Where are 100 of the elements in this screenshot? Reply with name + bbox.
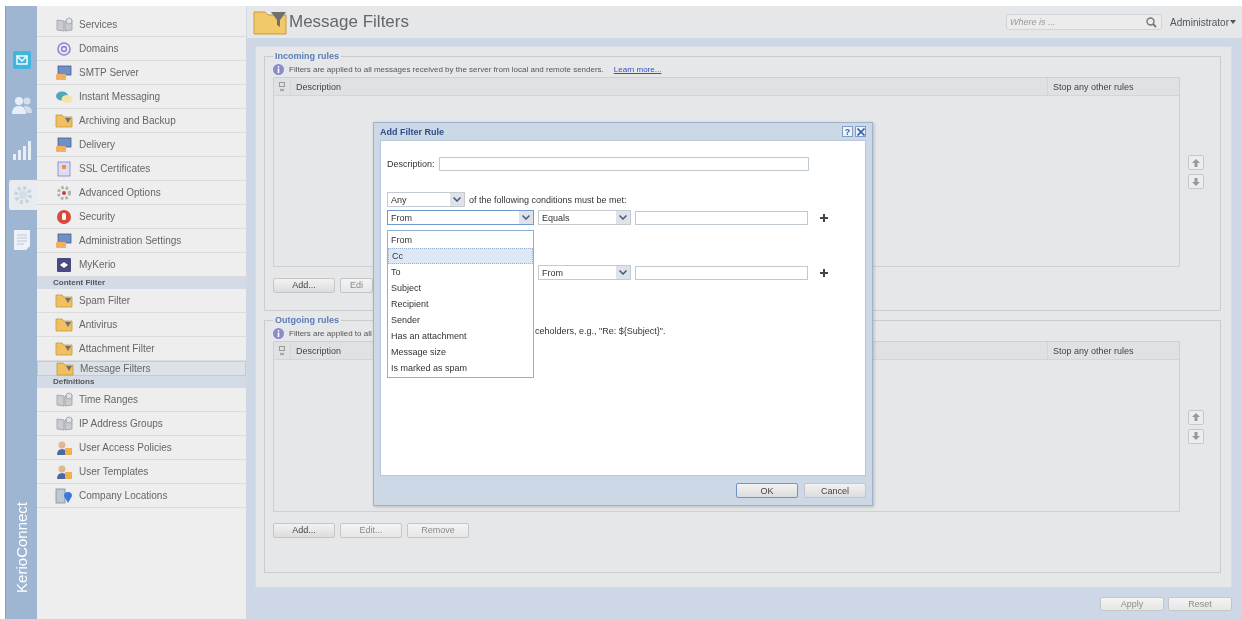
- document-icon: [12, 228, 31, 251]
- learn-more-link[interactable]: Learn more...: [613, 64, 662, 74]
- dropdown-option[interactable]: Cc: [388, 248, 533, 264]
- close-icon: [856, 127, 865, 136]
- gear-icon: [13, 185, 33, 205]
- book-icon: [55, 392, 73, 407]
- person-icon: [55, 463, 73, 480]
- dropdown-option[interactable]: Recipient: [388, 296, 533, 312]
- monitor-icon: [55, 232, 73, 249]
- sidebar-item[interactable]: Instant Messaging: [37, 85, 246, 109]
- dropdown-option[interactable]: Sender: [388, 312, 533, 328]
- checkbox-column-icon: [279, 345, 285, 356]
- folder-icon: [55, 317, 73, 332]
- field-select[interactable]: From: [387, 210, 534, 225]
- location-pin-icon: [55, 487, 73, 504]
- chevron-icon: [619, 270, 627, 275]
- group-legend: Outgoing rules: [273, 315, 341, 325]
- sidebar-item[interactable]: Time Ranges: [37, 388, 246, 412]
- info-text: Filters are applied to all messages received by the server from local and remote senders.: [289, 64, 604, 74]
- column-header[interactable]: Stop any other rules: [1047, 78, 1179, 95]
- close-button[interactable]: [855, 126, 866, 137]
- sidebar-item[interactable]: Company Locations: [37, 484, 246, 508]
- group-legend: Incoming rules: [273, 51, 341, 61]
- description-label: Description:: [387, 159, 435, 169]
- dropdown-option[interactable]: Subject: [388, 280, 533, 296]
- at-sign-icon: [57, 41, 71, 56]
- move-down-button[interactable]: [1188, 428, 1204, 444]
- book-icon: [55, 17, 73, 32]
- chat-bubbles-icon: [55, 89, 73, 104]
- move-up-button[interactable]: [1188, 155, 1204, 170]
- move-up-button[interactable]: [1188, 409, 1204, 425]
- sidebar-item[interactable]: SMTP Server: [37, 61, 246, 85]
- chevron-icon: [619, 215, 627, 220]
- folder-filter-icon: [253, 9, 287, 35]
- section-header: Content Filter: [37, 277, 246, 289]
- add-icon[interactable]: [820, 213, 828, 222]
- people-icon: [9, 94, 34, 115]
- sidebar-item[interactable]: Spam Filter: [37, 289, 246, 313]
- chevron-icon: [522, 215, 530, 220]
- help-button[interactable]: ?: [842, 126, 853, 137]
- page-title: Message Filters: [289, 12, 409, 32]
- sidebar-item[interactable]: Domains: [37, 37, 246, 61]
- move-down-button[interactable]: [1188, 174, 1204, 189]
- dropdown-option[interactable]: Is marked as spam: [388, 360, 533, 376]
- search-field[interactable]: Where is ...: [1006, 14, 1163, 30]
- action-select[interactable]: From: [538, 265, 631, 280]
- dialog-button[interactable]: Cancel: [804, 483, 866, 498]
- monitor-icon: [55, 64, 73, 81]
- certificate-icon: [57, 160, 71, 177]
- dialog-button[interactable]: OK: [736, 483, 798, 498]
- dropdown-option[interactable]: Has an attachment: [388, 328, 533, 344]
- info-text: Filters are applied to all: [289, 328, 372, 338]
- match-select[interactable]: Any: [387, 192, 465, 207]
- dialog-title: Add Filter Rule: [380, 126, 445, 137]
- product-name: KerioConnect: [13, 502, 30, 593]
- sidebar-item[interactable]: IP Address Groups: [37, 412, 246, 436]
- condition-text: of the following conditions must be met:: [469, 194, 627, 205]
- folder-icon: [55, 113, 73, 128]
- dropdown-option[interactable]: From: [388, 232, 533, 248]
- sidebar-item[interactable]: Services: [37, 13, 246, 37]
- hint-text: ceholders, e.g., "Re: ${Subject}".: [535, 326, 666, 336]
- add-icon[interactable]: [820, 268, 828, 277]
- action-button[interactable]: Add...: [273, 522, 335, 538]
- down-arrow-icon: [1192, 432, 1200, 440]
- action-button[interactable]: Add...: [273, 277, 335, 293]
- dropdown-option[interactable]: To: [388, 264, 533, 280]
- up-arrow-icon: [1192, 413, 1200, 421]
- column-header[interactable]: Description: [291, 81, 1047, 92]
- sidebar-item[interactable]: Antivirus: [37, 313, 246, 337]
- folder-icon: [56, 361, 74, 376]
- sidebar-item[interactable]: Advanced Options: [37, 181, 246, 205]
- info-icon: [273, 327, 284, 339]
- sidebar-item[interactable]: Archiving and Backup: [37, 109, 246, 133]
- operator-select[interactable]: Equals: [538, 210, 631, 225]
- person-icon: [55, 439, 73, 456]
- up-arrow-icon: [1192, 158, 1200, 167]
- caret-icon: [1230, 20, 1236, 24]
- rail-tab[interactable]: [9, 180, 37, 210]
- sidebar-item[interactable]: Security: [37, 205, 246, 229]
- dropdown-option[interactable]: Message size: [388, 344, 533, 360]
- description-field[interactable]: [438, 157, 809, 171]
- down-arrow-icon: [1192, 177, 1200, 186]
- sidebar-item[interactable]: User Templates: [37, 460, 246, 484]
- bar-chart-icon: [11, 139, 32, 160]
- user-menu[interactable]: Administrator: [1170, 16, 1236, 28]
- sidebar-item[interactable]: Message Filters: [37, 361, 246, 376]
- sidebar-item[interactable]: Administration Settings: [37, 229, 246, 253]
- gear-icon: [56, 184, 72, 201]
- checkbox-column-icon: [279, 81, 285, 92]
- monitor-icon: [55, 136, 73, 153]
- sidebar-item[interactable]: SSL Certificates: [37, 157, 246, 181]
- sidebar-item[interactable]: User Access Policies: [37, 436, 246, 460]
- badge-icon: [56, 256, 72, 273]
- value-field[interactable]: [635, 265, 808, 280]
- column-header[interactable]: Stop any other rules: [1047, 342, 1179, 359]
- section-header: Definitions: [37, 376, 246, 388]
- info-icon: [273, 63, 284, 75]
- sidebar-item[interactable]: Delivery: [37, 133, 246, 157]
- value-field[interactable]: [635, 210, 808, 225]
- chevron-icon: [453, 197, 461, 202]
